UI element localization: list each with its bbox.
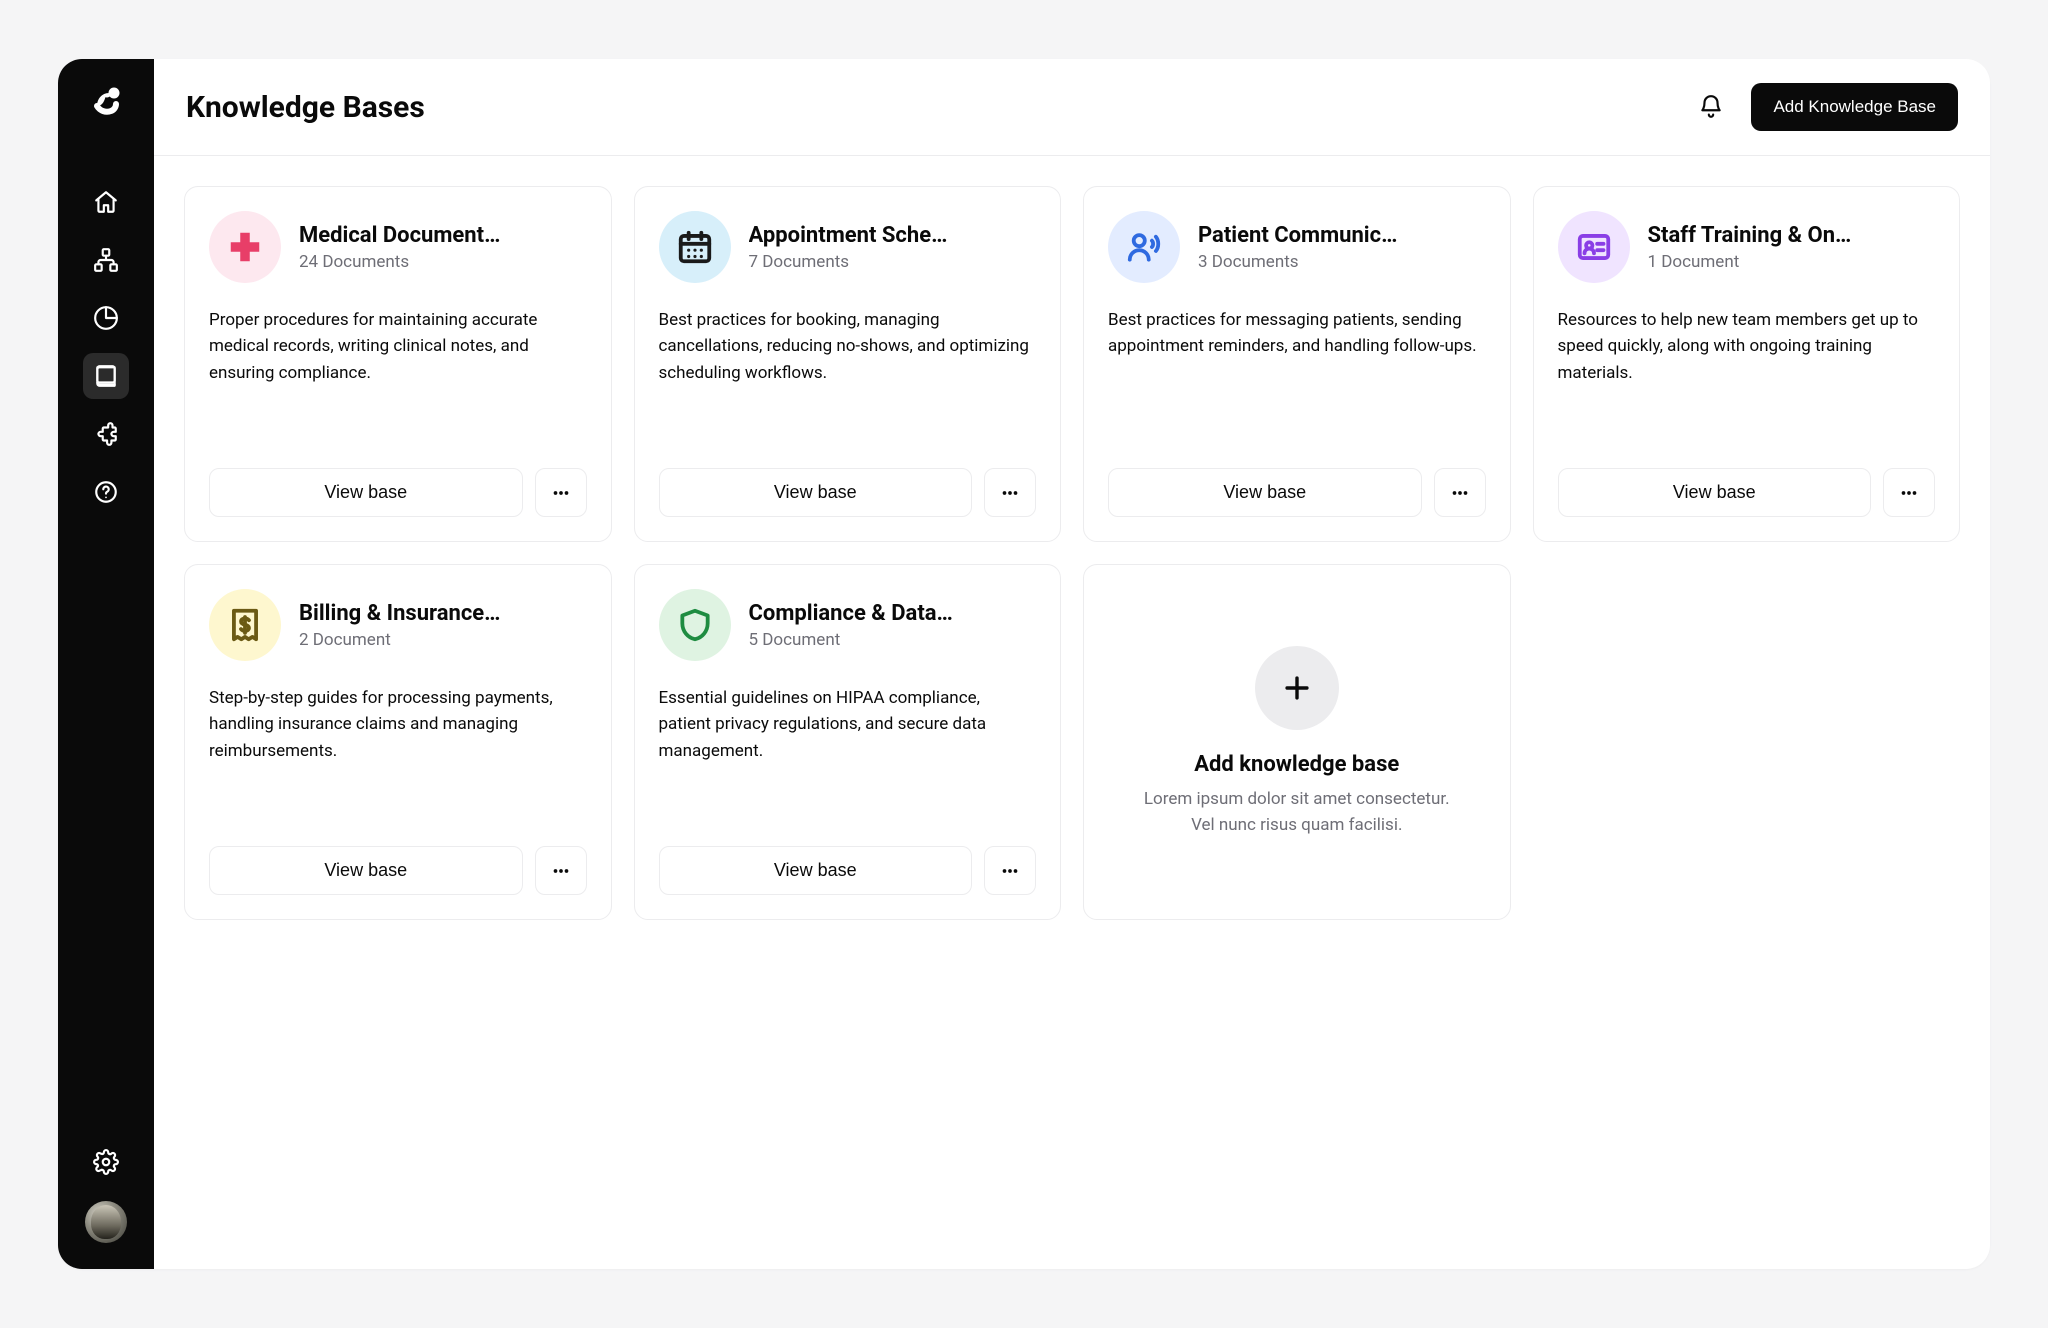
app-logo (83, 77, 129, 123)
main: Knowledge Bases Add Knowledge Base Medic… (154, 59, 1990, 1269)
card-subtitle: 3 Documents (1198, 252, 1486, 272)
card-description: Essential guidelines on HIPAA compliance… (659, 685, 1037, 828)
view-base-button[interactable]: View base (659, 468, 973, 517)
card-header: Staff Training & On… 1 Document (1558, 211, 1936, 283)
knowledge-base-card: Billing & Insurance… 2 Document Step-by-st… (184, 564, 612, 920)
card-title: Patient Communic… (1198, 223, 1486, 248)
gear-icon (93, 1149, 119, 1175)
card-description: Resources to help new team members get u… (1558, 307, 1936, 450)
card-title: Compliance & Data… (749, 601, 1037, 626)
card-more-button[interactable] (1883, 468, 1935, 517)
more-horizontal-icon (1898, 482, 1920, 504)
view-base-button[interactable]: View base (209, 846, 523, 895)
help-circle-icon (93, 479, 119, 505)
nav-org[interactable] (83, 237, 129, 283)
page-title: Knowledge Bases (186, 90, 425, 125)
card-title: Billing & Insurance… (299, 601, 587, 626)
sidebar-bottom (83, 1139, 129, 1251)
shield-icon (659, 589, 731, 661)
nav-integrations[interactable] (83, 411, 129, 457)
add-knowledge-base-card[interactable]: Add knowledge base Lorem ipsum dolor sit … (1083, 564, 1511, 920)
content: Medical Document… 24 Documents Proper proc… (154, 156, 1990, 1269)
card-subtitle: 7 Documents (749, 252, 1037, 272)
view-base-button[interactable]: View base (1558, 468, 1872, 517)
card-actions: View base (209, 846, 587, 895)
card-header: Patient Communic… 3 Documents (1108, 211, 1486, 283)
notifications-button[interactable] (1689, 85, 1733, 129)
knowledge-base-card: Compliance & Data… 5 Document Essential gu… (634, 564, 1062, 920)
card-actions: View base (1558, 468, 1936, 517)
more-horizontal-icon (999, 482, 1021, 504)
nav-help[interactable] (83, 469, 129, 515)
card-more-button[interactable] (984, 846, 1036, 895)
card-title: Medical Document… (299, 223, 587, 248)
card-titles: Appointment Sche… 7 Documents (749, 223, 1037, 272)
card-titles: Staff Training & On… 1 Document (1648, 223, 1936, 272)
puzzle-icon (93, 421, 119, 447)
pie-chart-icon (93, 305, 119, 331)
nav-list (83, 179, 129, 1139)
card-header: Medical Document… 24 Documents (209, 211, 587, 283)
nav-home[interactable] (83, 179, 129, 225)
nav-knowledge[interactable] (83, 353, 129, 399)
home-icon (93, 189, 119, 215)
card-title: Staff Training & On… (1648, 223, 1936, 248)
view-base-button[interactable]: View base (1108, 468, 1422, 517)
id-card-icon (1558, 211, 1630, 283)
card-more-button[interactable] (535, 468, 587, 517)
more-horizontal-icon (550, 860, 572, 882)
card-header: Compliance & Data… 5 Document (659, 589, 1037, 661)
more-horizontal-icon (550, 482, 572, 504)
card-more-button[interactable] (535, 846, 587, 895)
card-actions: View base (659, 846, 1037, 895)
card-titles: Compliance & Data… 5 Document (749, 601, 1037, 650)
receipt-dollar-icon (209, 589, 281, 661)
card-description: Step-by-step guides for processing payme… (209, 685, 587, 828)
card-subtitle: 1 Document (1648, 252, 1936, 272)
card-titles: Medical Document… 24 Documents (299, 223, 587, 272)
card-subtitle: 5 Document (749, 630, 1037, 650)
card-actions: View base (659, 468, 1037, 517)
knowledge-base-card: Staff Training & On… 1 Document Resources … (1533, 186, 1961, 542)
knowledge-base-grid: Medical Document… 24 Documents Proper proc… (184, 186, 1960, 920)
app-shell: Knowledge Bases Add Knowledge Base Medic… (58, 59, 1990, 1269)
card-more-button[interactable] (1434, 468, 1486, 517)
sitemap-icon (93, 247, 119, 273)
card-titles: Patient Communic… 3 Documents (1198, 223, 1486, 272)
add-card-title: Add knowledge base (1194, 752, 1399, 777)
bell-icon (1698, 94, 1724, 120)
card-actions: View base (209, 468, 587, 517)
sidebar (58, 59, 154, 1269)
card-header: Billing & Insurance… 2 Document (209, 589, 587, 661)
more-horizontal-icon (1449, 482, 1471, 504)
person-voice-icon (1108, 211, 1180, 283)
card-description: Best practices for booking, managing can… (659, 307, 1037, 450)
card-title: Appointment Sche… (749, 223, 1037, 248)
add-knowledge-base-button[interactable]: Add Knowledge Base (1751, 83, 1958, 131)
card-actions: View base (1108, 468, 1486, 517)
card-header: Appointment Sche… 7 Documents (659, 211, 1037, 283)
nav-analytics[interactable] (83, 295, 129, 341)
book-icon (93, 363, 119, 389)
knowledge-base-card: Appointment Sche… 7 Documents Best practic… (634, 186, 1062, 542)
card-description: Proper procedures for maintaining accura… (209, 307, 587, 450)
card-subtitle: 24 Documents (299, 252, 587, 272)
plus-icon (1255, 646, 1339, 730)
knowledge-base-card: Medical Document… 24 Documents Proper proc… (184, 186, 612, 542)
card-subtitle: 2 Document (299, 630, 587, 650)
header: Knowledge Bases Add Knowledge Base (154, 59, 1990, 156)
plus-medical-icon (209, 211, 281, 283)
card-description: Best practices for messaging patients, s… (1108, 307, 1486, 450)
card-titles: Billing & Insurance… 2 Document (299, 601, 587, 650)
calendar-icon (659, 211, 731, 283)
user-avatar[interactable] (85, 1201, 127, 1243)
add-card-subtitle: Lorem ipsum dolor sit amet consectetur. … (1132, 787, 1462, 838)
card-more-button[interactable] (984, 468, 1036, 517)
nav-settings[interactable] (83, 1139, 129, 1185)
view-base-button[interactable]: View base (659, 846, 973, 895)
header-actions: Add Knowledge Base (1689, 83, 1958, 131)
knowledge-base-card: Patient Communic… 3 Documents Best practic… (1083, 186, 1511, 542)
more-horizontal-icon (999, 860, 1021, 882)
view-base-button[interactable]: View base (209, 468, 523, 517)
